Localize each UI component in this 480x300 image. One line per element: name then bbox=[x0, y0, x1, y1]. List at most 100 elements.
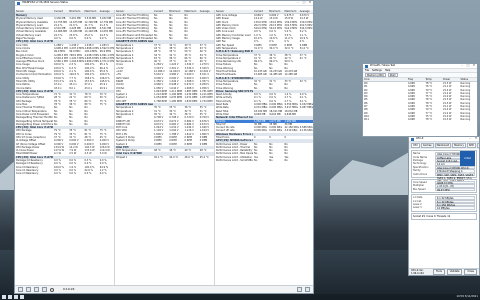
taskbar-date: 5/11/2021 bbox=[464, 295, 478, 299]
info-row: Level 3 12 MBytes bbox=[413, 206, 475, 210]
sensor-value: No bbox=[269, 159, 273, 163]
column-header-cell[interactable]: Sensor bbox=[15, 10, 53, 13]
column-header-cell[interactable]: Minimum bbox=[68, 10, 83, 13]
cpuz-window: CPU-Z – ✕ CPUCachesMainboardMemorySPDGra… bbox=[408, 136, 480, 276]
column-header-cell[interactable]: Sensor bbox=[215, 10, 253, 13]
column-header-cell[interactable]: Average bbox=[99, 10, 114, 13]
cores-label: Cores bbox=[426, 214, 434, 218]
column-header-cell[interactable]: Current bbox=[53, 10, 68, 13]
start-icon[interactable] bbox=[2, 295, 6, 299]
sensor-row[interactable]: Chipset 1 45.1 °C 44.0 °C 46.0 °C 45.2 °C bbox=[115, 156, 214, 159]
cpuz-taskbar-icon[interactable] bbox=[14, 295, 18, 299]
info-label: Instructions bbox=[413, 172, 428, 176]
info-label: Level 3 bbox=[413, 206, 422, 210]
clocks-section: Core Speed4698.37 MHzMultiplierx 47.0 (8… bbox=[411, 179, 477, 194]
column-header-cell[interactable]: Maximum bbox=[184, 10, 199, 13]
column-header-cell[interactable]: Maximum bbox=[84, 10, 99, 13]
cache-section: L1 Data6 x 32 KBytesL1 Inst.6 x 32 KByte… bbox=[411, 194, 477, 212]
collapse-button[interactable] bbox=[26, 287, 31, 292]
sensor-row[interactable]: Core C3 Residency 0.0 % 0.0 % 0.0 % 0.0 % bbox=[15, 172, 114, 175]
table-cell: 4,698 bbox=[407, 118, 415, 122]
column-header-cell[interactable]: Current bbox=[253, 10, 268, 13]
tab-memory[interactable]: Memory bbox=[452, 143, 466, 149]
table-cell: 21.3 W bbox=[442, 118, 452, 122]
column-header-cell[interactable]: Core bbox=[363, 78, 407, 81]
close-sensors-button[interactable] bbox=[305, 287, 310, 292]
tab-mainboard[interactable]: Mainboard bbox=[434, 143, 452, 149]
table-cell: 78 °C bbox=[425, 118, 433, 122]
column-header-cell[interactable]: Current bbox=[153, 10, 168, 13]
column-header-cell[interactable]: Average bbox=[199, 10, 214, 13]
stress-taskbar-icon[interactable] bbox=[20, 295, 24, 299]
tab-cpu[interactable]: CPU bbox=[411, 143, 420, 149]
sensor-label: Core C3 Residency bbox=[16, 172, 39, 176]
sensor-value: 46.0 °C bbox=[184, 155, 194, 159]
stress-window: Prime95 / Stress Test – □ ✕ File Setting… bbox=[362, 63, 478, 137]
column-header-cell[interactable]: Average bbox=[299, 10, 313, 13]
start-button[interactable]: Start bbox=[387, 73, 398, 77]
stress-title: Prime95 / Stress Test bbox=[370, 64, 396, 68]
save-report-button[interactable] bbox=[34, 287, 39, 292]
taskbar: 10:59 5/11/2021 bbox=[0, 294, 480, 300]
threads-label: Threads bbox=[436, 214, 447, 218]
settings-button[interactable] bbox=[297, 287, 302, 292]
info-value: 99.97 MHz bbox=[435, 187, 475, 192]
socket-select[interactable]: Socket #1 bbox=[413, 215, 425, 218]
taskbar-clock: 10:59 5/11/2021 bbox=[456, 295, 478, 298]
sensor-label: Chipset 1 bbox=[116, 155, 128, 159]
column-header-cell[interactable]: Maximum bbox=[284, 10, 299, 13]
elapsed-time: 0:10:24 bbox=[63, 286, 75, 291]
close-icon[interactable]: ✕ bbox=[307, 1, 313, 4]
stress-table: #0 4,698 78 °C 21.3 W Running #1 4,698 76 °C 21.… bbox=[363, 82, 477, 122]
cpuz-title: CPU-Z bbox=[416, 137, 424, 141]
sensor-column-2: Sensor Current Minimum Maximum Average Core … bbox=[115, 10, 215, 285]
column-header-cell[interactable]: Power bbox=[442, 78, 460, 81]
sensor-column-1: Sensor Current Minimum Maximum Average Memor… bbox=[15, 10, 115, 285]
sensor-value: 0.0 % bbox=[84, 172, 92, 176]
expand-button[interactable] bbox=[18, 287, 23, 292]
table-cell: #11 bbox=[364, 118, 370, 122]
test-size-select[interactable]: Medium (200) bbox=[365, 73, 386, 77]
hwinfo-app-icon bbox=[17, 1, 20, 5]
sensor-value: 0.0 % bbox=[69, 172, 77, 176]
close-button[interactable]: Close bbox=[464, 269, 477, 275]
column-header-cell[interactable]: Minimum bbox=[168, 10, 183, 13]
info-row: Bus Speed 99.97 MHz bbox=[413, 187, 475, 192]
column-header-cell[interactable]: Sensor bbox=[115, 10, 153, 13]
validate-button[interactable]: Validate bbox=[446, 269, 463, 275]
menu-help[interactable]: Help bbox=[385, 69, 390, 72]
menu-settings[interactable]: Settings bbox=[372, 69, 382, 72]
column-header-cell[interactable]: Freq bbox=[407, 78, 425, 81]
hwinfo-title: HWiNFO64 v7.06-4500 Sensors Status bbox=[22, 1, 68, 5]
table-cell: Running bbox=[460, 118, 471, 122]
cpuz-tabs: CPUCachesMainboardMemorySPDGraphicsBench… bbox=[409, 142, 479, 150]
hwinfo-window: HWiNFO64 v7.06-4500 Sensors Status – □ ✕… bbox=[14, 0, 314, 294]
sensor-value bbox=[299, 159, 313, 162]
close-icon[interactable]: ✕ bbox=[473, 137, 479, 140]
cpuz-app-icon bbox=[411, 137, 414, 141]
column-header-cell[interactable]: Minimum bbox=[268, 10, 283, 13]
menu-file[interactable]: File bbox=[365, 69, 369, 72]
tab-spd[interactable]: SPD bbox=[466, 143, 476, 149]
info-value: 12 MBytes bbox=[435, 206, 475, 210]
cores-value: 6 bbox=[434, 214, 436, 218]
reset-button[interactable] bbox=[42, 287, 47, 292]
close-icon[interactable]: ✕ bbox=[471, 64, 477, 67]
sensor-row[interactable]: Performance Limit - SLI GPUBoost SyncNoN… bbox=[215, 159, 313, 163]
taskbar-time: 10:59 bbox=[456, 295, 464, 299]
threads-value: 12 bbox=[447, 214, 451, 218]
intel-core-i7-logo: intel CORE i7 bbox=[460, 151, 475, 175]
sensor-label: Performance Limit - SLI GPUBoost Sync bbox=[216, 159, 253, 163]
tools-button[interactable]: Tools bbox=[432, 269, 445, 275]
column-header-cell[interactable]: Temp bbox=[424, 78, 442, 81]
clock-icon bbox=[50, 287, 54, 292]
cpuz-footer: CPU-Z Ver. 1.96.0.x64 Tools Validate Clo… bbox=[409, 268, 479, 275]
hwinfo-titlebar: HWiNFO64 v7.06-4500 Sensors Status – □ ✕ bbox=[15, 1, 313, 6]
table-row[interactable]: #11 4,698 78 °C 21.3 W Running bbox=[363, 118, 477, 121]
sensor-value: 0.0 % bbox=[54, 172, 61, 176]
column-header-cell[interactable]: Status bbox=[459, 78, 477, 81]
hwinfo-taskbar-icon[interactable] bbox=[8, 295, 12, 299]
sensor-value: No bbox=[254, 159, 258, 163]
tab-caches[interactable]: Caches bbox=[420, 143, 434, 149]
sensor-value: 45.2 °C bbox=[199, 155, 209, 159]
